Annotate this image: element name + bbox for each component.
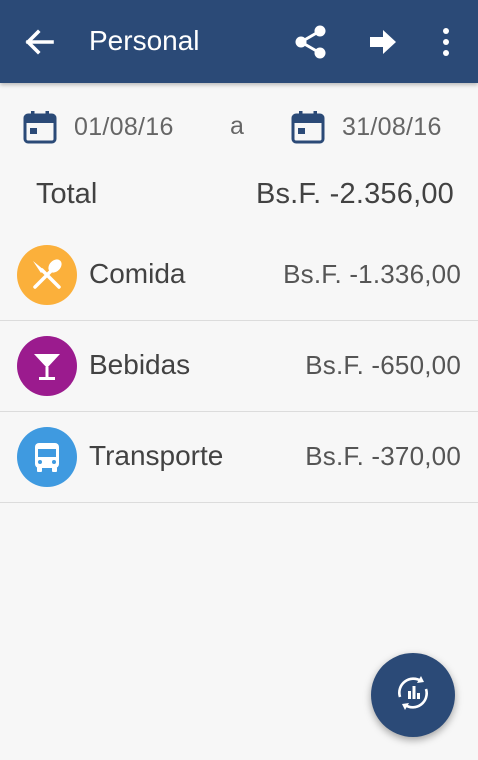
share-icon[interactable] xyxy=(292,23,330,61)
list-item-comida[interactable]: Comida Bs.F. -1.336,00 xyxy=(0,230,478,321)
category-amount: Bs.F. -370,00 xyxy=(305,441,461,471)
total-row: Total Bs.F. -2.356,00 xyxy=(0,170,478,222)
cocktail-glass-icon xyxy=(17,336,77,396)
date-from-text: 01/08/16 xyxy=(74,112,174,141)
category-amount: Bs.F. -650,00 xyxy=(305,350,461,380)
date-to-picker[interactable]: 31/08/16 xyxy=(290,106,442,148)
forward-arrow-icon[interactable] xyxy=(366,25,400,59)
calendar-icon xyxy=(290,109,326,145)
date-separator: a xyxy=(230,112,244,140)
total-value: Bs.F. -2.356,00 xyxy=(255,178,454,210)
date-from-picker[interactable]: 01/08/16 xyxy=(22,106,174,148)
calendar-icon xyxy=(22,109,58,145)
fork-spoon-icon xyxy=(17,245,77,305)
bus-icon xyxy=(17,427,77,487)
category-name: Comida xyxy=(89,258,186,289)
app-bar: Personal xyxy=(0,0,478,83)
chart-refresh-icon xyxy=(391,671,435,720)
category-amount: Bs.F. -1.336,00 xyxy=(283,259,461,289)
category-list: Comida Bs.F. -1.336,00 Bebidas Bs.F. -65… xyxy=(0,230,478,503)
list-item-transporte[interactable]: Transporte Bs.F. -370,00 xyxy=(0,412,478,503)
chart-fab-button[interactable] xyxy=(371,653,455,737)
total-label: Total xyxy=(36,178,98,210)
list-item-bebidas[interactable]: Bebidas Bs.F. -650,00 xyxy=(0,321,478,412)
category-name: Transporte xyxy=(89,440,224,471)
page-title: Personal xyxy=(89,25,200,56)
date-range: 01/08/16 a 31/08/16 xyxy=(0,100,478,154)
date-to-text: 31/08/16 xyxy=(342,112,442,141)
more-vert-icon[interactable] xyxy=(432,23,460,61)
back-arrow-icon[interactable] xyxy=(22,26,58,58)
category-name: Bebidas xyxy=(89,349,191,380)
